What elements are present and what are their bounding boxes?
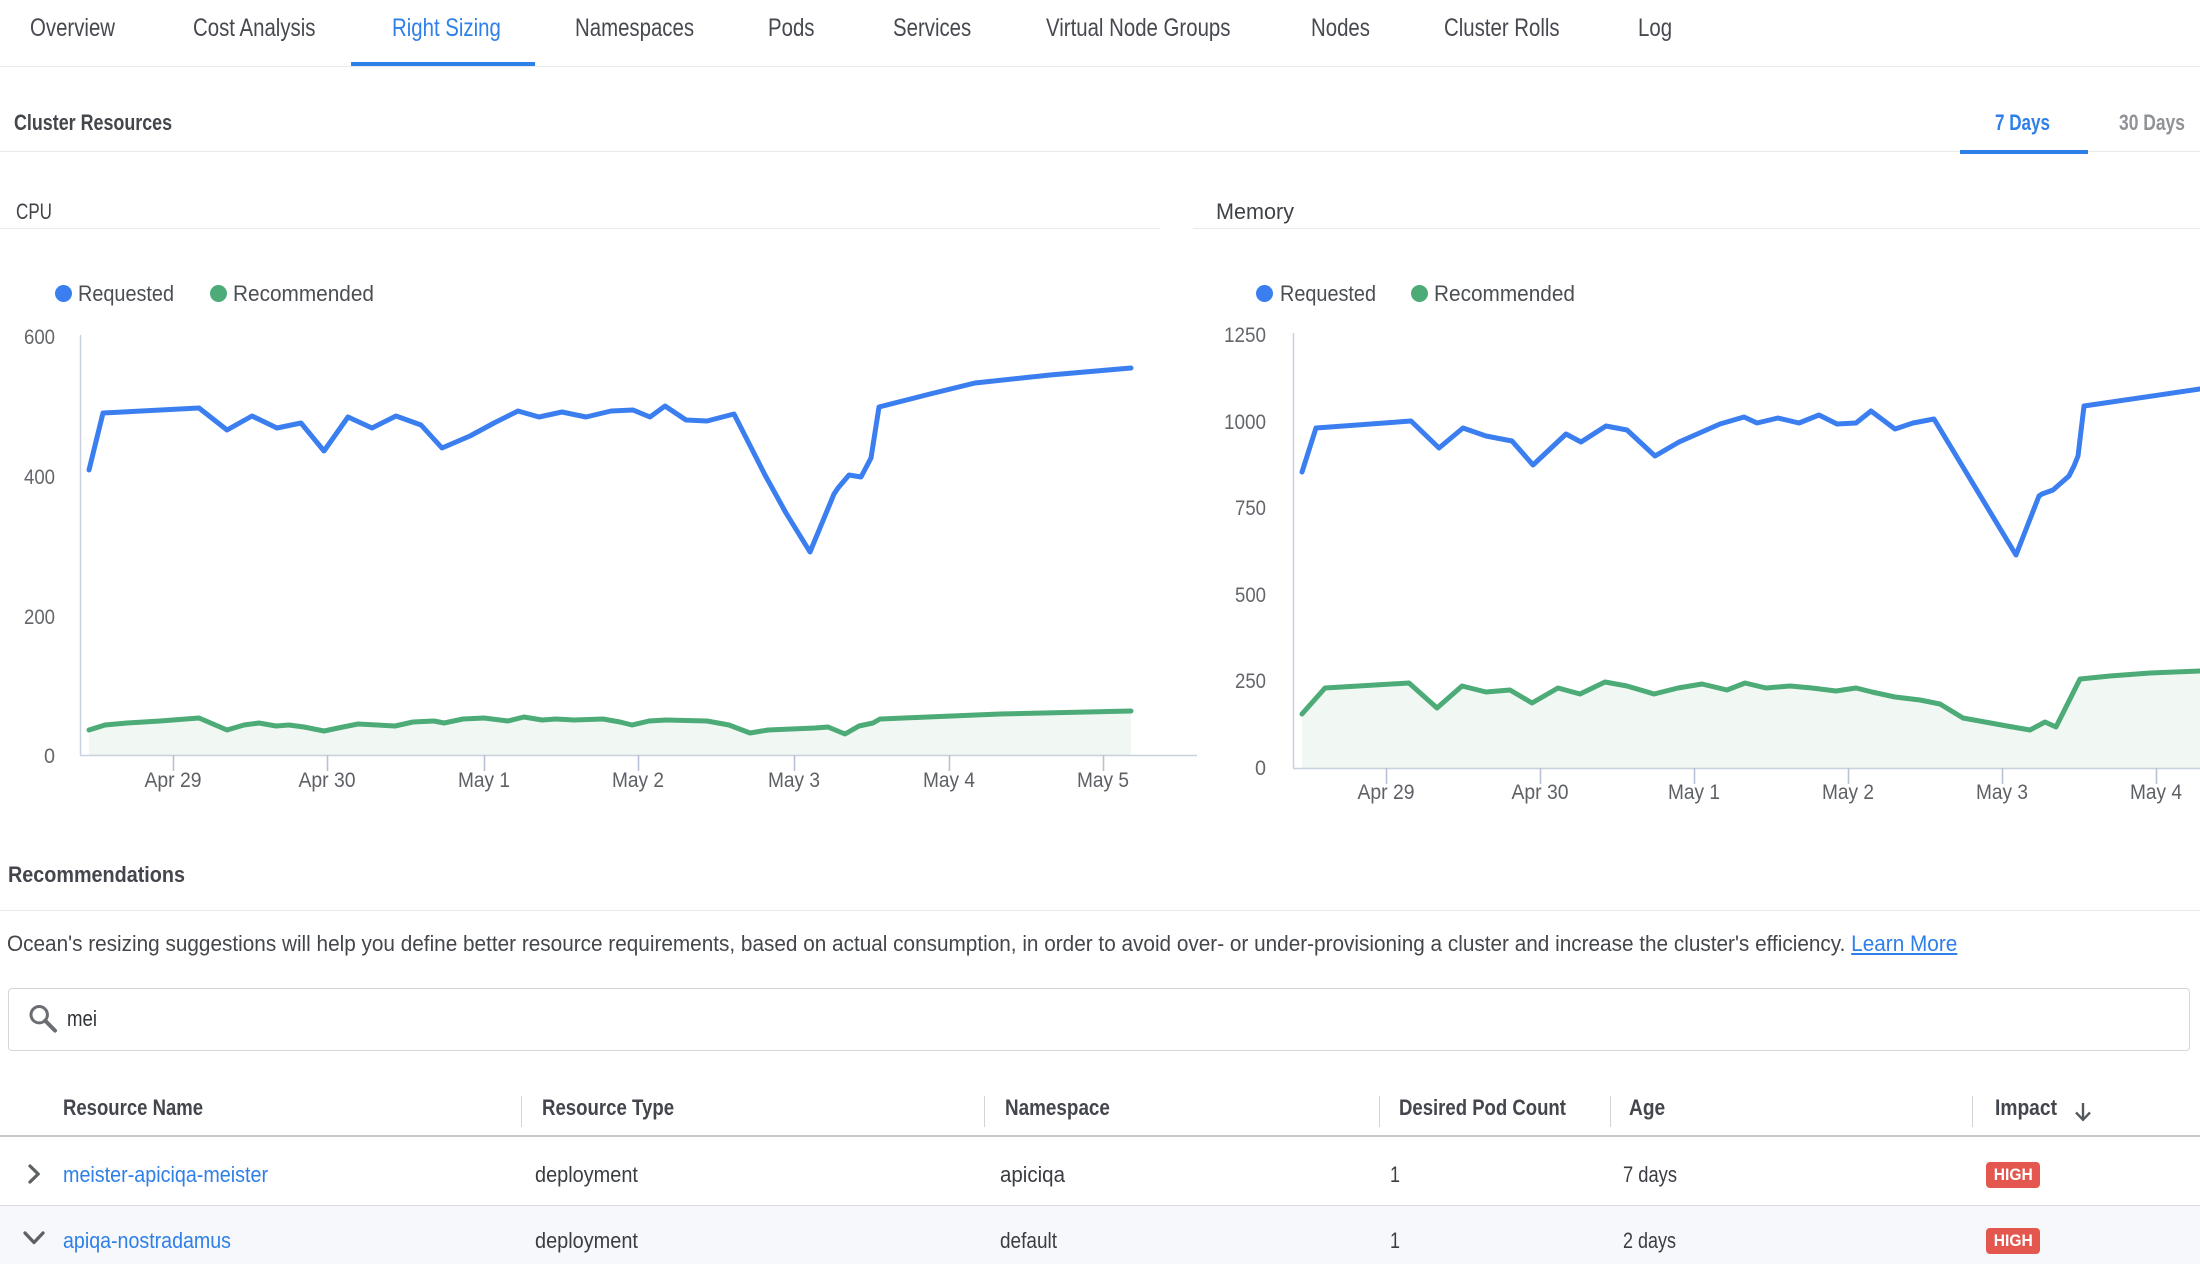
svg-text:0: 0 — [1255, 757, 1266, 780]
svg-text:May 3: May 3 — [1976, 781, 2028, 804]
svg-text:May 2: May 2 — [1822, 781, 1874, 804]
svg-text:1250: 1250 — [1224, 324, 1266, 347]
svg-text:Apr 30: Apr 30 — [299, 769, 356, 792]
svg-text:May 1: May 1 — [458, 769, 510, 792]
svg-text:400: 400 — [24, 466, 55, 489]
svg-text:May 1: May 1 — [1668, 781, 1720, 804]
svg-text:600: 600 — [24, 326, 55, 349]
svg-text:250: 250 — [1235, 670, 1266, 693]
svg-text:May 5: May 5 — [1077, 769, 1129, 792]
svg-text:750: 750 — [1235, 497, 1266, 520]
svg-text:May 2: May 2 — [612, 769, 664, 792]
svg-text:0: 0 — [44, 745, 55, 768]
svg-text:May 4: May 4 — [923, 769, 975, 792]
svg-text:May 4: May 4 — [2130, 781, 2182, 804]
svg-text:Apr 29: Apr 29 — [145, 769, 202, 792]
svg-text:500: 500 — [1235, 584, 1266, 607]
svg-text:May 3: May 3 — [768, 769, 820, 792]
svg-text:Apr 29: Apr 29 — [1358, 781, 1415, 804]
svg-text:200: 200 — [24, 606, 55, 629]
svg-text:Apr 30: Apr 30 — [1512, 781, 1569, 804]
svg-text:1000: 1000 — [1224, 411, 1266, 434]
